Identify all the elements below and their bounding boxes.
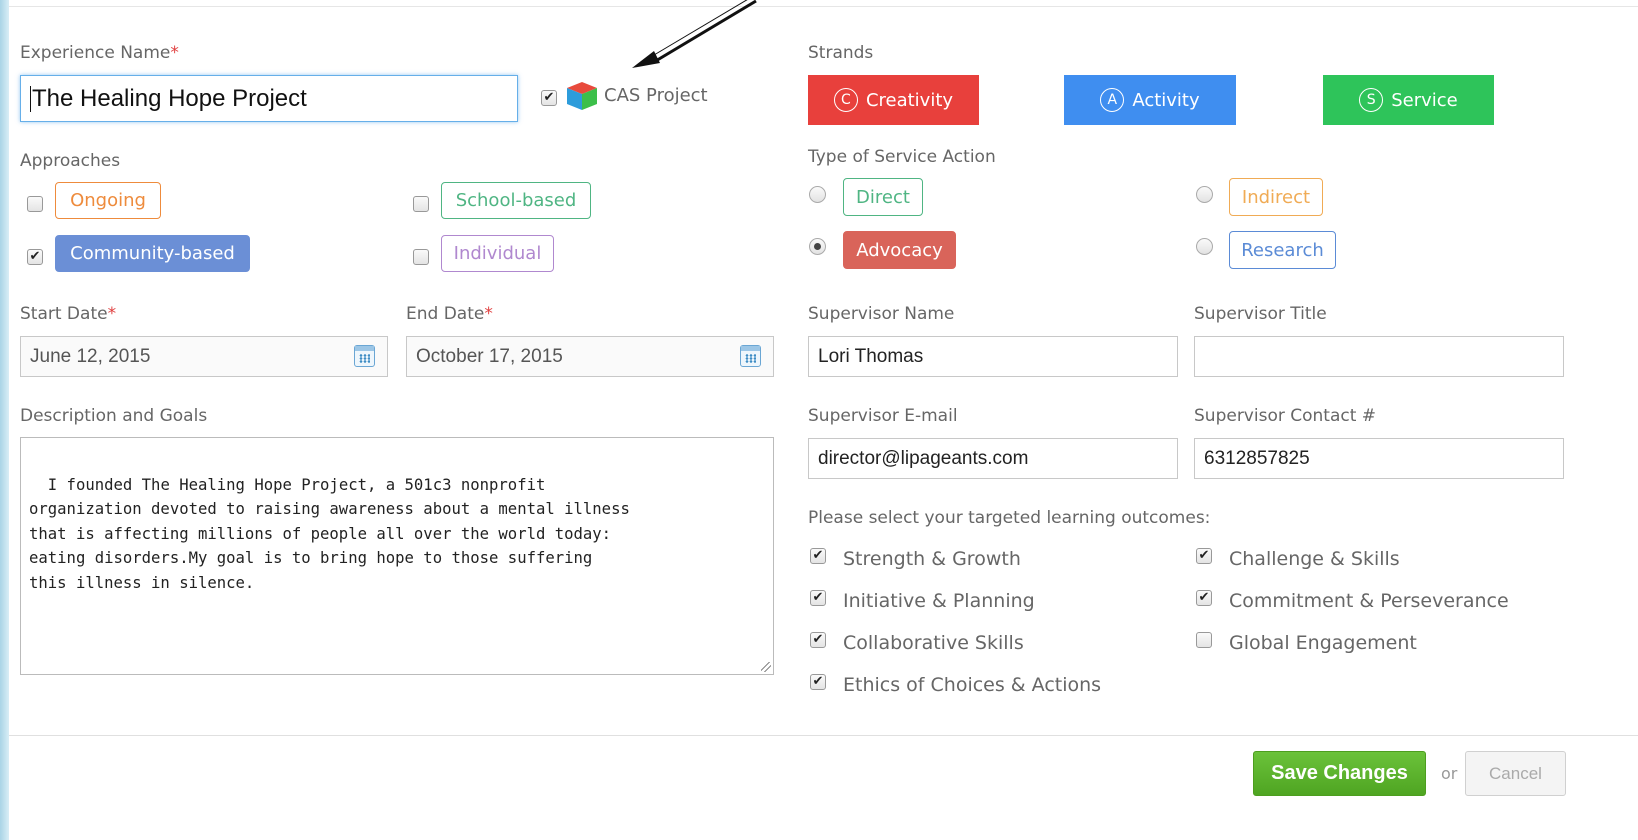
cas-project-checkbox[interactable]: ✔: [541, 90, 557, 106]
cas-project-label: CAS Project: [604, 85, 708, 106]
service-direct-tag[interactable]: Direct: [843, 178, 923, 216]
activity-icon: A: [1100, 88, 1125, 112]
service-direct-radio[interactable]: [809, 186, 826, 203]
outcome-label: Global Engagement: [1229, 632, 1417, 654]
approach-individual-tag[interactable]: Individual: [441, 235, 554, 272]
end-date-label: End Date*: [406, 304, 493, 324]
service-research-tag[interactable]: Research: [1229, 231, 1336, 269]
service-indirect-radio[interactable]: [1196, 186, 1213, 203]
end-date-value: October 17, 2015: [416, 345, 563, 367]
creativity-icon: C: [833, 88, 858, 112]
or-text: or: [1441, 764, 1458, 783]
top-divider: [9, 6, 1638, 7]
experience-name-value: The Healing Hope Project: [32, 84, 307, 112]
outcome-checkbox[interactable]: ✔: [1196, 548, 1212, 564]
description-label: Description and Goals: [20, 406, 208, 426]
outcome-checkbox[interactable]: ✔: [810, 548, 826, 564]
check-mark: ✔: [543, 90, 555, 105]
outcome-label: Challenge & Skills: [1229, 548, 1400, 570]
service-advocacy-tag[interactable]: Advocacy: [843, 231, 956, 269]
strand-service-button[interactable]: S Service: [1323, 75, 1494, 125]
outcome-checkbox[interactable]: ✔: [810, 590, 826, 606]
strand-creativity-button[interactable]: C Creativity: [808, 75, 979, 125]
outcome-label: Strength & Growth: [843, 548, 1021, 570]
outcome-checkbox[interactable]: [1196, 632, 1212, 648]
check-mark: ✔: [812, 548, 824, 563]
supervisor-email-value: director@lipageants.com: [818, 447, 1029, 469]
service-action-label: Type of Service Action: [808, 147, 996, 167]
description-textarea[interactable]: I founded The Healing Hope Project, a 50…: [20, 437, 774, 675]
supervisor-name-value: Lori Thomas: [818, 345, 924, 367]
approaches-label: Approaches: [20, 151, 121, 171]
description-value: I founded The Healing Hope Project, a 50…: [29, 475, 630, 592]
check-mark: ✔: [1198, 548, 1210, 563]
outcome-label: Ethics of Choices & Actions: [843, 674, 1102, 696]
service-research-radio[interactable]: [1196, 238, 1213, 255]
text-caret: [30, 85, 31, 112]
approach-community-based-tag[interactable]: Community-based: [55, 235, 250, 272]
experience-name-input[interactable]: The Healing Hope Project: [20, 75, 518, 122]
outcome-label: Initiative & Planning: [843, 590, 1035, 612]
service-icon: S: [1359, 88, 1384, 112]
supervisor-name-input[interactable]: Lori Thomas: [808, 336, 1178, 377]
end-date-input[interactable]: October 17, 2015: [406, 336, 774, 377]
left-edge-strip: [0, 0, 9, 840]
check-mark: ✔: [812, 632, 824, 647]
check-mark: ✔: [812, 674, 824, 689]
check-mark: ✔: [29, 249, 41, 264]
start-date-label: Start Date*: [20, 304, 117, 324]
check-mark: ✔: [812, 590, 824, 605]
strand-activity-button[interactable]: A Activity: [1064, 75, 1236, 125]
annotation-arrow-icon: [632, 0, 757, 68]
resize-grip-icon[interactable]: [761, 662, 771, 672]
strand-activity-label: Activity: [1132, 89, 1200, 111]
strand-service-label: Service: [1391, 89, 1458, 111]
cube-icon: [567, 82, 597, 110]
approach-school-based-tag[interactable]: School-based: [441, 182, 591, 219]
outcome-checkbox[interactable]: ✔: [1196, 590, 1212, 606]
service-indirect-tag[interactable]: Indirect: [1229, 178, 1323, 216]
start-date-value: June 12, 2015: [30, 345, 151, 367]
approach-school-based-checkbox[interactable]: [413, 196, 429, 212]
approach-ongoing-checkbox[interactable]: [27, 196, 43, 212]
supervisor-contact-input[interactable]: 6312857825: [1194, 438, 1564, 479]
save-changes-button[interactable]: Save Changes: [1253, 751, 1426, 796]
approach-community-based-checkbox[interactable]: ✔: [27, 249, 43, 265]
service-advocacy-radio[interactable]: [809, 238, 826, 255]
experience-name-label: Experience Name*: [20, 43, 179, 63]
calendar-icon[interactable]: [354, 345, 375, 367]
footer-divider: [9, 735, 1638, 736]
outcomes-label: Please select your targeted learning out…: [808, 508, 1211, 528]
approach-individual-checkbox[interactable]: [413, 249, 429, 265]
check-mark: ✔: [1198, 590, 1210, 605]
supervisor-name-label: Supervisor Name: [808, 304, 955, 324]
supervisor-title-input[interactable]: [1194, 336, 1564, 377]
outcome-label: Commitment & Perseverance: [1229, 590, 1509, 612]
start-date-input[interactable]: June 12, 2015: [20, 336, 388, 377]
strand-creativity-label: Creativity: [865, 89, 954, 111]
approach-ongoing-tag[interactable]: Ongoing: [55, 182, 161, 219]
calendar-icon[interactable]: [740, 345, 761, 367]
supervisor-contact-value: 6312857825: [1204, 447, 1310, 469]
supervisor-contact-label: Supervisor Contact #: [1194, 406, 1377, 426]
strands-label: Strands: [808, 43, 874, 63]
outcome-checkbox[interactable]: ✔: [810, 674, 826, 690]
supervisor-title-label: Supervisor Title: [1194, 304, 1327, 324]
outcome-checkbox[interactable]: ✔: [810, 632, 826, 648]
supervisor-email-input[interactable]: director@lipageants.com: [808, 438, 1178, 479]
outcome-label: Collaborative Skills: [843, 632, 1024, 654]
cancel-button[interactable]: Cancel: [1465, 751, 1566, 796]
supervisor-email-label: Supervisor E-mail: [808, 406, 958, 426]
